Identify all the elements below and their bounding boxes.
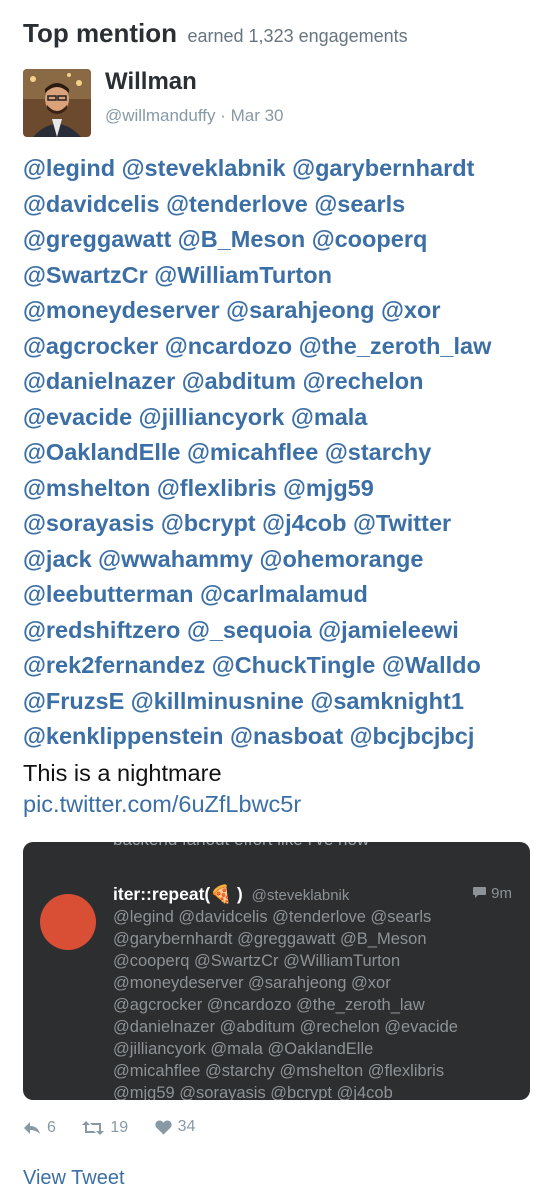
mention-line[interactable]: @rek2fernandez @ChuckTingle @Walldo — [23, 648, 543, 684]
header-title: Top mention — [23, 18, 178, 48]
embedded-body-line: @agcrocker @ncardozo @the_zeroth_law — [113, 996, 425, 1014]
embedded-body-line: @danielnazer @abditum @rechelon @evacide — [113, 1018, 458, 1036]
tweet-mentions: @legind @steveklabnik @garybernhardt @da… — [23, 151, 543, 755]
reply-button[interactable]: 6 — [23, 1119, 56, 1137]
top-mention-header: Top mention earned 1,323 engagements — [23, 18, 408, 49]
embedded-body: @legind @davidcelis @tenderlove @searls … — [113, 906, 518, 1100]
heart-icon — [155, 1120, 172, 1134]
mention-line[interactable]: @OaklandElle @micahflee @starchy — [23, 435, 543, 471]
embedded-time: 9m — [472, 885, 512, 902]
embedded-author-handle: @steveklabnik — [251, 887, 350, 904]
comment-bubble-icon — [473, 887, 487, 898]
mention-line[interactable]: @leebutterman @carlmalamud — [23, 577, 543, 613]
embedded-body-line: @legind @davidcelis @tenderlove @searls — [113, 908, 432, 926]
header-subtitle: earned 1,323 engagements — [187, 26, 408, 46]
reply-count: 6 — [47, 1118, 56, 1136]
mention-line[interactable]: @moneydeserver @sarahjeong @xor — [23, 293, 543, 329]
tweet-text: This is a nightmare — [23, 760, 222, 786]
author-name[interactable]: Willman — [105, 68, 197, 96]
mention-line[interactable]: @SwartzCr @WilliamTurton — [23, 258, 543, 294]
like-button[interactable]: 34 — [155, 1118, 196, 1136]
embedded-body-line: @cooperq @SwartzCr @WilliamTurton — [113, 952, 401, 970]
embedded-author-name: iter::repeat(🍕 ) — [113, 884, 243, 904]
tweet-date[interactable]: · Mar 30 — [220, 106, 283, 125]
embedded-image[interactable]: backend fanout effort like I've now iter… — [23, 842, 530, 1100]
embedded-author: iter::repeat(🍕 ) @steveklabnik — [113, 884, 349, 905]
mention-line[interactable]: @greggawatt @B_Meson @cooperq — [23, 222, 543, 258]
retweet-count: 19 — [110, 1118, 129, 1136]
mention-line[interactable]: @evacide @jilliancyork @mala — [23, 400, 543, 436]
embedded-body-line: @garybernhardt @greggawatt @B_Meson — [113, 930, 427, 948]
embedded-avatar — [40, 894, 96, 950]
embedded-body-line: @moneydeserver @sarahjeong @xor — [113, 974, 391, 992]
mention-line[interactable]: @legind @steveklabnik @garybernhardt — [23, 151, 543, 187]
mention-line[interactable]: @redshiftzero @_sequoia @jamieleewi — [23, 613, 543, 649]
author-handle-and-date[interactable]: @willmanduffy · Mar 30 — [105, 106, 284, 126]
embedded-body-line: @micahflee @starchy @mshelton @flexlibri… — [113, 1062, 445, 1080]
author-avatar[interactable] — [23, 69, 91, 137]
mention-line[interactable]: @FruzsE @killminusnine @samknight1 — [23, 684, 543, 720]
mention-line[interactable]: @mshelton @flexlibris @mjg59 — [23, 471, 543, 507]
embedded-body-line: @mjg59 @sorayasis @bcrypt @j4cob — [113, 1084, 393, 1100]
embedded-cut-text: backend fanout effort like I've now — [113, 842, 369, 850]
embedded-body-line: @jilliancyork @mala @OaklandElle — [113, 1040, 374, 1058]
mention-line[interactable]: @agcrocker @ncardozo @the_zeroth_law — [23, 329, 543, 365]
pic-link[interactable]: pic.twitter.com/6uZfLbwc5r — [23, 791, 301, 818]
mention-line[interactable]: @kenklippenstein @nasboat @bcjbcjbcj — [23, 719, 543, 755]
like-count: 34 — [177, 1118, 196, 1135]
retweet-icon — [82, 1120, 105, 1135]
mention-line[interactable]: @davidcelis @tenderlove @searls — [23, 187, 543, 223]
mention-line[interactable]: @jack @wwahammy @ohemorange — [23, 542, 543, 578]
tweet-actions: 6 19 34 — [23, 1118, 217, 1140]
author-handle[interactable]: @willmanduffy — [105, 106, 215, 125]
view-tweet-link[interactable]: View Tweet — [23, 1167, 125, 1190]
reply-icon — [24, 1121, 40, 1134]
retweet-button[interactable]: 19 — [82, 1119, 128, 1137]
mention-line[interactable]: @danielnazer @abditum @rechelon — [23, 364, 543, 400]
embedded-time-value: 9m — [491, 885, 512, 902]
mention-line[interactable]: @sorayasis @bcrypt @j4cob @Twitter — [23, 506, 543, 542]
